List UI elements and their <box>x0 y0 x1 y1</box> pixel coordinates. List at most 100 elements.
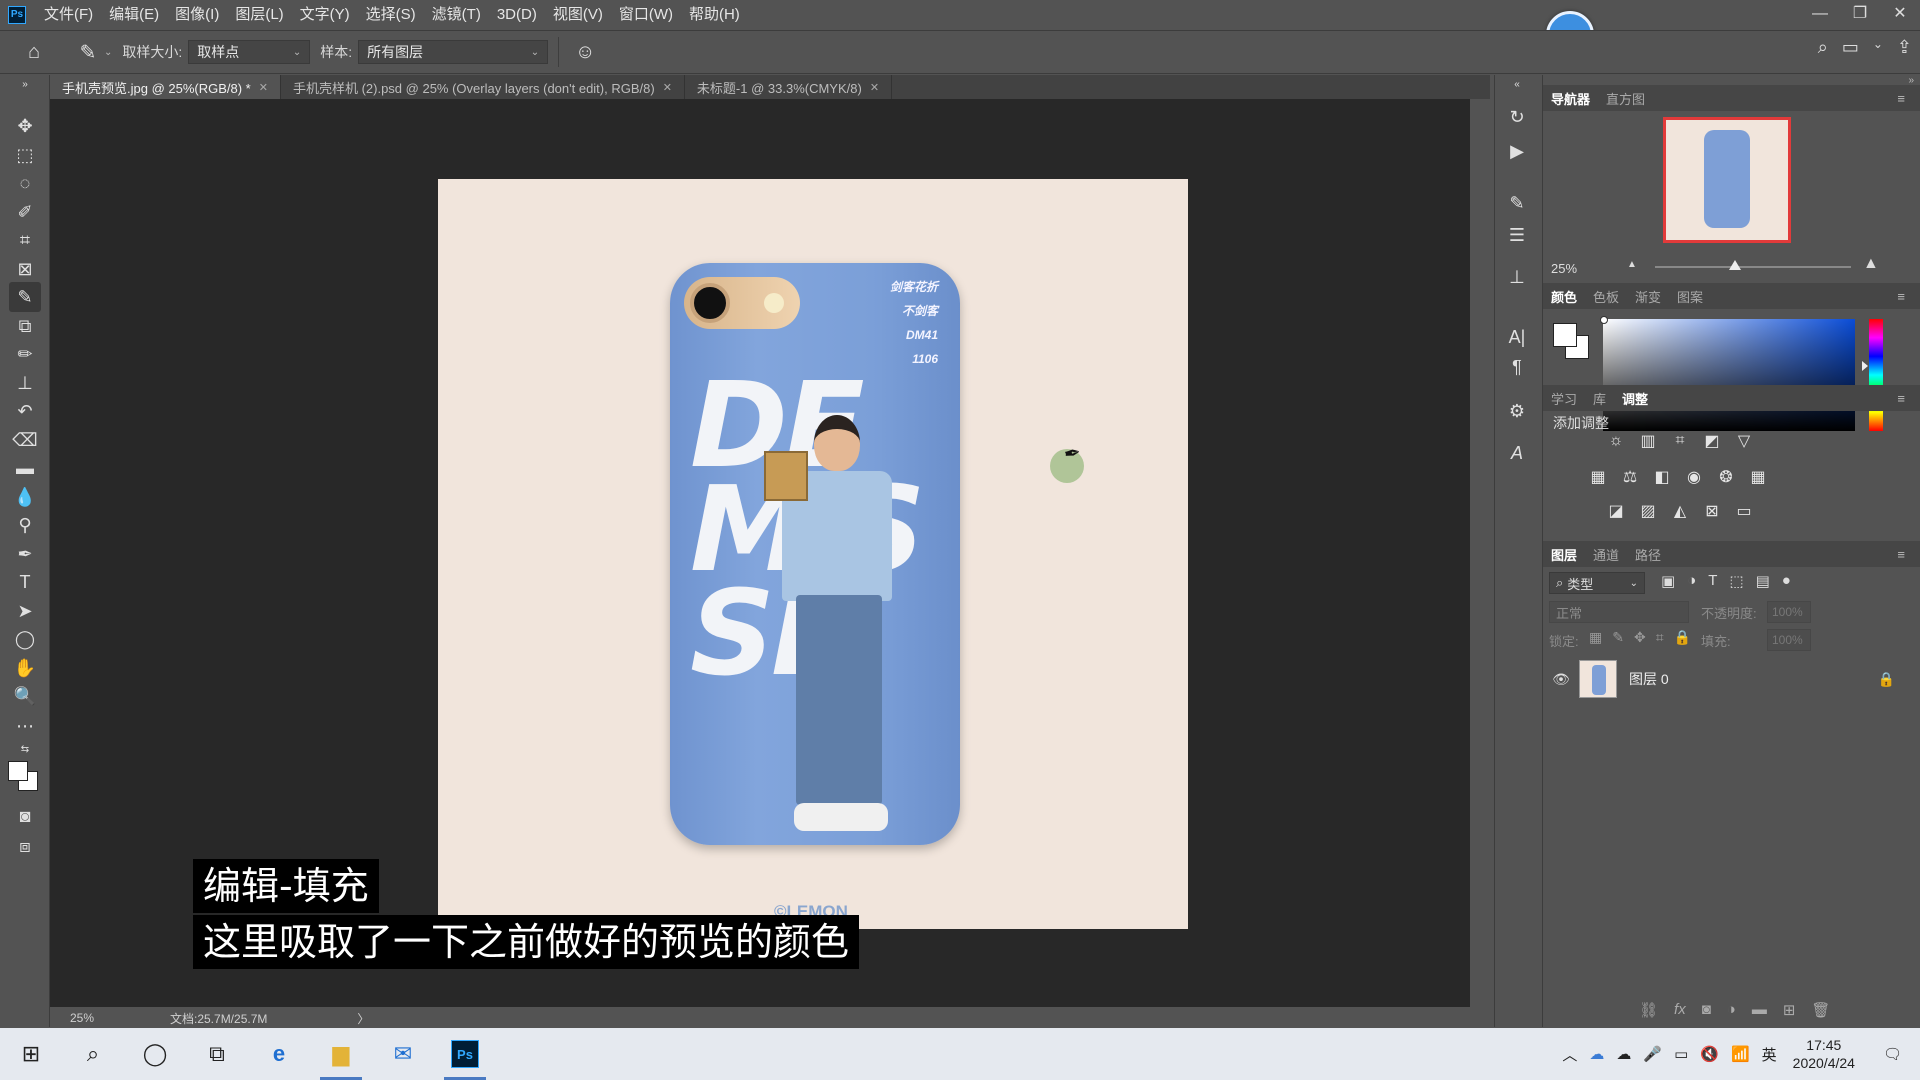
minimize-icon[interactable]: — <box>1800 0 1840 29</box>
panel-menu-icon[interactable]: ≡ <box>1889 391 1913 406</box>
menu-view[interactable]: 视图(V) <box>545 0 611 29</box>
history-brush-tool-icon[interactable]: ↶ <box>9 396 41 426</box>
foreground-color-swatch[interactable] <box>8 761 28 781</box>
menu-file[interactable]: 文件(F) <box>36 0 101 29</box>
tab-swatches[interactable]: 色板 <box>1585 287 1627 306</box>
filter-smart-object-icon[interactable]: ▤ <box>1756 572 1770 590</box>
tab-histogram[interactable]: 直方图 <box>1598 89 1653 108</box>
home-icon[interactable]: ⌂ <box>18 36 50 68</box>
history-icon[interactable]: ↻ <box>1503 103 1531 131</box>
workspace-icon[interactable]: ▭ <box>1842 37 1859 58</box>
menu-3d[interactable]: 3D(D) <box>489 0 545 29</box>
fill-input[interactable]: 100% <box>1767 629 1811 651</box>
frame-tool-icon[interactable]: ⊠ <box>9 254 41 284</box>
status-zoom[interactable]: 25% <box>50 1011 110 1025</box>
lasso-tool-icon[interactable]: ◌ <box>9 168 41 198</box>
posterize-icon[interactable]: ▨ <box>1637 500 1659 522</box>
menu-edit[interactable]: 编辑(E) <box>101 0 167 29</box>
quick-mask-icon[interactable]: ◙ <box>9 801 41 831</box>
close-icon[interactable]: ✕ <box>870 81 879 94</box>
eyedropper-tool-icon[interactable]: ✎ <box>9 282 41 312</box>
cortana-circle-icon[interactable]: ◯ <box>124 1028 186 1080</box>
cloud-app-icon[interactable]: ☁ <box>1589 1045 1604 1063</box>
lock-artboard-icon[interactable]: ⌗ <box>1656 629 1664 646</box>
wifi-icon[interactable]: 📶 <box>1731 1045 1750 1063</box>
brightness-contrast-icon[interactable]: ☼ <box>1605 430 1627 452</box>
invert-icon[interactable]: ◪ <box>1605 500 1627 522</box>
new-layer-icon[interactable]: ⊞ <box>1783 1001 1796 1019</box>
layer-effects-icon[interactable]: fx <box>1674 1001 1686 1019</box>
pen-tool-icon[interactable]: ✒ <box>9 539 41 569</box>
eyedropper-tool-preset-icon[interactable]: ✎ <box>72 36 104 68</box>
crop-tool-icon[interactable]: ⌗ <box>9 225 41 255</box>
menu-image[interactable]: 图像(I) <box>167 0 227 29</box>
ime-indicator[interactable]: 英 <box>1762 1044 1777 1065</box>
exposure-icon[interactable]: ◩ <box>1701 430 1723 452</box>
dodge-tool-icon[interactable]: ⚲ <box>9 510 41 540</box>
zoom-out-mountain-icon[interactable]: ▲ <box>1627 259 1637 270</box>
color-picker-handle[interactable] <box>1600 316 1608 324</box>
menu-window[interactable]: 窗口(W) <box>611 0 681 29</box>
add-mask-icon[interactable]: ◙ <box>1702 1001 1711 1019</box>
volume-muted-icon[interactable]: 🔇 <box>1700 1045 1719 1063</box>
clone-source-icon[interactable]: ⊥ <box>1503 263 1531 291</box>
chevron-up-icon[interactable]: ︿ <box>1562 1044 1577 1065</box>
task-view-icon[interactable]: ⧉ <box>186 1028 248 1080</box>
zoom-tool-icon[interactable]: 🔍 <box>9 681 41 711</box>
blur-tool-icon[interactable]: 💧 <box>9 482 41 512</box>
ellipse-tool-icon[interactable]: ◯ <box>9 624 41 654</box>
menu-help[interactable]: 帮助(H) <box>681 0 748 29</box>
close-icon[interactable]: ✕ <box>663 81 672 94</box>
filter-toggle-icon[interactable]: ● <box>1782 572 1791 590</box>
microphone-icon[interactable]: 🎤 <box>1643 1045 1662 1063</box>
filter-shape-icon[interactable]: ⬚ <box>1729 572 1743 590</box>
color-lookup-icon[interactable]: ▦ <box>1747 466 1769 488</box>
tab-libraries[interactable]: 库 <box>1585 389 1614 408</box>
visibility-eye-icon[interactable]: 👁 <box>1547 671 1575 688</box>
onedrive-icon[interactable]: ☁ <box>1616 1045 1631 1063</box>
selective-color-icon[interactable]: ⊠ <box>1701 500 1723 522</box>
panel-menu-icon[interactable]: ≡ <box>1889 91 1913 106</box>
delete-layer-icon[interactable]: 🗑 <box>1811 1001 1830 1019</box>
battery-icon[interactable]: ▭ <box>1674 1045 1688 1063</box>
panel-menu-icon[interactable]: ≡ <box>1889 547 1913 562</box>
filter-pixel-icon[interactable]: ▣ <box>1661 572 1675 590</box>
canvas-area[interactable]: 剑客花折 不剑客 DM41 1106 DE M S SL <box>50 99 1470 1007</box>
screen-mode-icon[interactable]: ⧈ <box>9 831 41 861</box>
tab-untitled[interactable]: 未标题-1 @ 33.3%(CMYK/8) ✕ <box>684 75 893 99</box>
navigator-zoom-slider[interactable] <box>1655 260 1851 270</box>
share-icon[interactable]: ⇪ <box>1897 37 1912 58</box>
threshold-icon[interactable]: ◭ <box>1669 500 1691 522</box>
tab-learn[interactable]: 学习 <box>1543 389 1585 408</box>
layer-row[interactable]: 👁 图层 0 🔒 <box>1543 657 1920 701</box>
lock-all-icon[interactable]: 🔒 <box>1674 629 1691 646</box>
tab-layers[interactable]: 图层 <box>1543 545 1585 564</box>
move-tool-icon[interactable]: ✥ <box>9 111 41 141</box>
lock-icon[interactable]: 🔒 <box>1878 671 1895 688</box>
collapse-chevron-icon[interactable]: « <box>1503 77 1531 91</box>
black-white-icon[interactable]: ◧ <box>1651 466 1673 488</box>
chevron-down-icon[interactable]: ⌄ <box>104 47 112 58</box>
link-layers-icon[interactable]: ⛓ <box>1639 1001 1658 1019</box>
quick-select-tool-icon[interactable]: ✐ <box>9 197 41 227</box>
tab-phone-mockup[interactable]: 手机壳样机 (2).psd @ 25% (Overlay layers (don… <box>280 75 685 99</box>
color-picker-field[interactable] <box>1600 316 1855 431</box>
sample-ring-icon[interactable]: ☺ <box>569 36 601 68</box>
filter-adjustment-icon[interactable]: ◑ <box>1687 572 1696 590</box>
lock-transparent-icon[interactable]: ▦ <box>1589 629 1602 646</box>
healing-brush-tool-icon[interactable]: ⧉ <box>9 311 41 341</box>
search-icon[interactable]: ⌕ <box>1818 37 1828 58</box>
blend-mode-select[interactable]: 正常 <box>1549 601 1689 623</box>
paragraph-icon[interactable]: ¶ <box>1503 353 1531 381</box>
close-icon[interactable]: ✕ <box>1880 0 1920 29</box>
clock[interactable]: 17:45 2020/4/24 <box>1793 1036 1855 1072</box>
new-group-icon[interactable]: ▬ <box>1752 1001 1767 1019</box>
gradient-map-icon[interactable]: ▭ <box>1733 500 1755 522</box>
tab-channels[interactable]: 通道 <box>1585 545 1627 564</box>
layer-name[interactable]: 图层 0 <box>1629 669 1669 689</box>
glyphs-icon[interactable]: ⚙ <box>1503 397 1531 425</box>
mail-icon[interactable]: ✉ <box>372 1028 434 1080</box>
hue-slider-arrow[interactable] <box>1862 361 1868 371</box>
clone-stamp-tool-icon[interactable]: ⊥ <box>9 368 41 398</box>
marquee-tool-icon[interactable]: ⬚ <box>9 140 41 170</box>
